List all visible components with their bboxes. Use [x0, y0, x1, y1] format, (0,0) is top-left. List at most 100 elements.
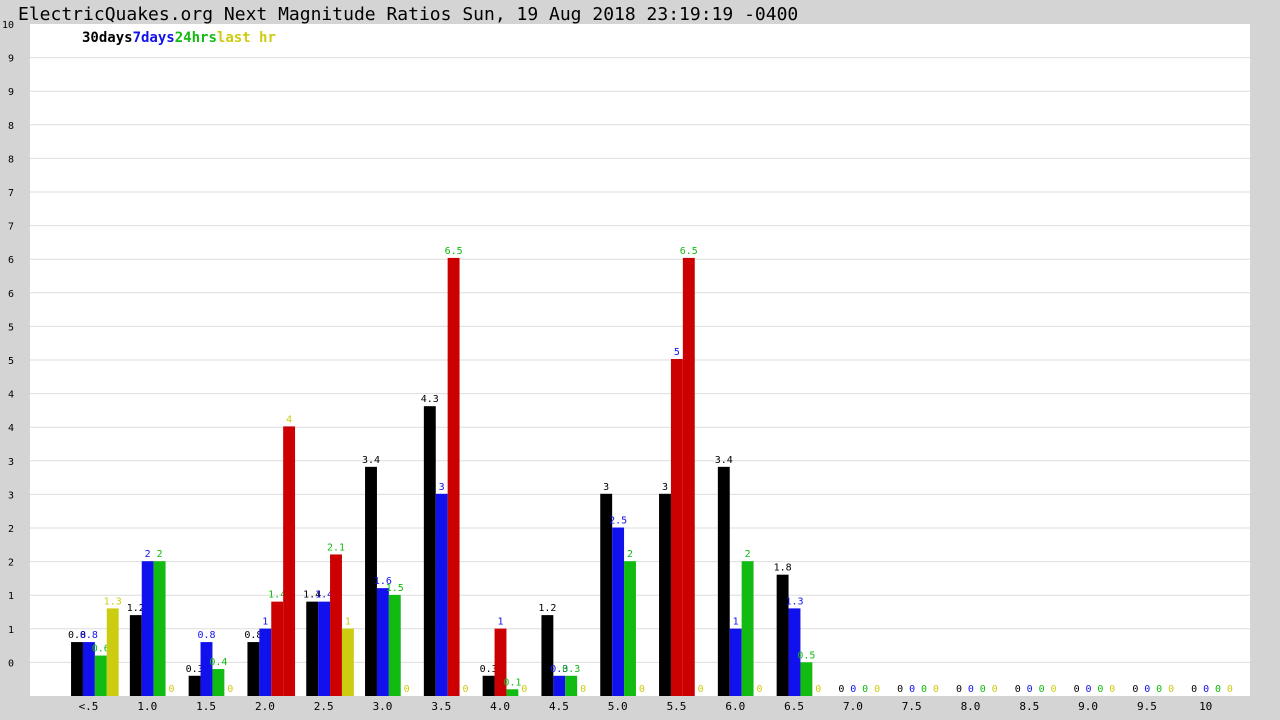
data-label: 0.4	[209, 657, 227, 668]
bar-24hrs-5.0	[624, 561, 636, 696]
data-label: 0	[521, 684, 527, 695]
bar-30days-2.5	[306, 601, 319, 696]
data-label: 0	[639, 684, 645, 695]
x-tick-label: 5.0	[608, 700, 628, 713]
data-label: 0	[933, 684, 939, 695]
bar-24hrs-6.0	[741, 561, 754, 696]
data-label: 0	[968, 684, 974, 695]
data-label: 1.3	[104, 596, 122, 607]
data-label: 2	[157, 549, 163, 560]
y-tick-label: 3	[8, 457, 14, 468]
data-label: 0	[1144, 684, 1150, 695]
bar-30days-1.0	[129, 615, 142, 696]
y-tick-label: 3	[8, 490, 14, 501]
y-tick-label: 2	[8, 558, 14, 569]
y-tick-label: 1	[8, 625, 14, 636]
data-label: 0	[897, 684, 903, 695]
data-label: 0	[874, 684, 880, 695]
data-label: 0	[1039, 684, 1045, 695]
bar-7days-3.0	[376, 588, 389, 696]
bar-24hrs-3.5	[447, 257, 460, 696]
bar-30days-6.0	[717, 466, 730, 696]
data-label: 0	[921, 684, 927, 695]
data-label: 0	[1132, 684, 1138, 695]
bar-7days-1.5	[200, 642, 213, 696]
legend-24hrs: 24hrs	[174, 30, 217, 46]
bar-7days-3.5	[435, 493, 448, 696]
x-tick-label: 7.0	[843, 700, 863, 713]
x-tick-label: 3.5	[431, 700, 451, 713]
y-tick-label: 6	[8, 255, 14, 266]
data-label: 1	[733, 617, 739, 628]
bar-30days-<.5	[71, 642, 83, 696]
data-label: 0	[1027, 684, 1033, 695]
data-label: 2	[627, 549, 633, 560]
data-label: 3	[662, 482, 668, 493]
data-label: 0	[698, 684, 704, 695]
page-title: ElectricQuakes.org Next Magnitude Ratios…	[18, 4, 799, 25]
data-label: 0	[168, 684, 174, 695]
bar-last-hr-<.5	[106, 608, 119, 696]
x-tick-label: 2.0	[255, 700, 275, 713]
data-label: 0	[1074, 684, 1080, 695]
bar-30days-5.5	[659, 493, 671, 696]
x-tick-label: 6.5	[784, 700, 804, 713]
data-label: 0	[838, 684, 844, 695]
y-tick-label: 7	[8, 222, 14, 233]
data-label: 0	[1050, 684, 1056, 695]
x-tick-label: 10	[1199, 700, 1212, 713]
data-label: 0	[956, 684, 962, 695]
data-label: 2.1	[327, 542, 345, 553]
x-tick-label: 9.0	[1078, 700, 1098, 713]
data-label: 0	[1097, 684, 1103, 695]
bar-24hrs-4.5	[565, 675, 578, 696]
y-tick-label: 2	[8, 524, 14, 535]
data-label: 1	[497, 617, 503, 628]
x-tick-label: 3.0	[373, 700, 393, 713]
data-label: 0	[1156, 684, 1162, 695]
data-label: 0	[1215, 684, 1221, 695]
x-tick-label: 6.0	[725, 700, 745, 713]
data-label: 1.2	[538, 603, 556, 614]
y-tick-label: 5	[8, 356, 14, 367]
data-label: 2.5	[609, 516, 627, 527]
bar-7days-5.5	[670, 359, 683, 696]
data-label: 1	[262, 617, 268, 628]
y-tick-label: 8	[8, 121, 14, 132]
bar-7days-5.0	[612, 527, 625, 696]
data-label: 0	[1015, 684, 1021, 695]
bar-24hrs-2.0	[271, 601, 284, 696]
data-label: 0	[1168, 684, 1174, 695]
data-label: 1.5	[386, 583, 404, 594]
bar-30days-4.0	[482, 675, 495, 696]
bar-30days-6.5	[776, 574, 789, 696]
bar-30days-2.0	[247, 642, 260, 696]
bar-24hrs-3.0	[388, 594, 401, 696]
data-label: 0	[862, 684, 868, 695]
x-tick-label: 4.5	[549, 700, 569, 713]
data-label: 1.8	[774, 563, 792, 574]
legend-7days: 7days	[132, 30, 175, 46]
x-tick-label: 9.5	[1137, 700, 1157, 713]
y-tick-label: 0	[8, 658, 14, 669]
x-tick-label: 1.5	[196, 700, 216, 713]
bar-7days-1.0	[141, 561, 154, 696]
data-label: 3.4	[715, 455, 733, 466]
y-tick-label: 6	[8, 289, 14, 300]
bar-24hrs-1.0	[153, 561, 166, 696]
x-tick-label: 5.5	[667, 700, 687, 713]
data-label: 0	[909, 684, 915, 695]
data-label: 2	[145, 549, 151, 560]
data-label: 0	[992, 684, 998, 695]
y-tick-label: 7	[8, 188, 14, 199]
x-tick-label: 8.0	[961, 700, 981, 713]
x-tick-label: 7.5	[902, 700, 922, 713]
data-label: 0.5	[797, 650, 815, 661]
data-label: 0.3	[562, 664, 580, 675]
x-tick-label: 8.5	[1019, 700, 1039, 713]
legend-30days: 30days	[82, 30, 133, 46]
data-label: 2	[745, 549, 751, 560]
data-label: 0	[1085, 684, 1091, 695]
data-label: 0	[980, 684, 986, 695]
bar-7days-2.5	[318, 601, 331, 696]
